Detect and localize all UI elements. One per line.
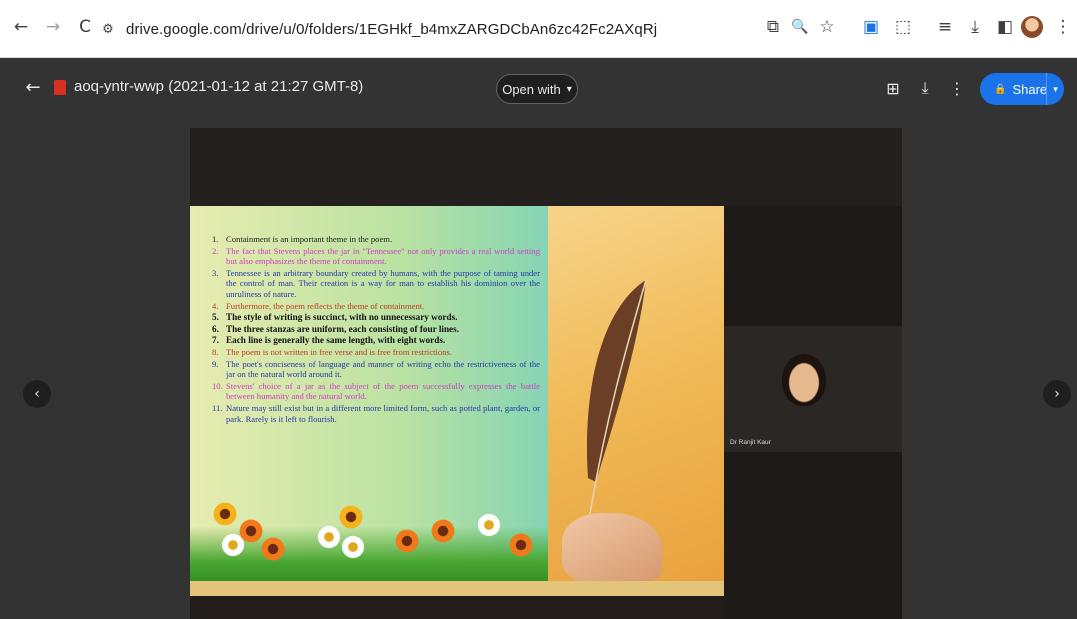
slide-point-text: Each line is generally the same length, … <box>226 335 446 346</box>
flower-decoration <box>394 528 420 554</box>
drive-file-viewer: ← aoq-yntr-wwp (2021-01-12 at 21:27 GMT-… <box>0 58 1077 619</box>
slide-point: 3. Tennessee is an arbitrary boundary cre… <box>212 268 540 300</box>
sunflower-decoration <box>212 501 238 527</box>
slide-point-number: 1. <box>212 234 219 244</box>
slide-point-text: The poet's conciseness of language and m… <box>226 358 540 380</box>
profile-avatar[interactable] <box>1021 16 1043 38</box>
slide-point: 9. The poet's conciseness of language and… <box>212 359 540 380</box>
video-player[interactable]: 1. Containment is an important theme in t… <box>190 128 902 619</box>
site-info-icon[interactable]: ⚙ <box>100 21 116 37</box>
slide-point-number: 9. <box>212 358 219 369</box>
participant-tile: Dr Ranjit Kaur <box>724 326 902 452</box>
extensions-puzzle-icon[interactable]: ⬚ <box>890 14 916 40</box>
slide-point-text: The fact that Stevens places the jar in … <box>226 245 540 267</box>
flower-decoration <box>476 512 502 538</box>
slide-point-text: Tennessee is an arbitrary boundary creat… <box>226 267 540 299</box>
share-label: Share <box>1012 81 1048 97</box>
more-actions-icon[interactable]: ⋮ <box>946 77 968 99</box>
flower-decoration <box>260 536 286 562</box>
file-title: aoq-yntr-wwp (2021-01-12 at 21:27 GMT-8) <box>74 78 364 95</box>
url-text[interactable]: drive.google.com/drive/u/0/folders/1EGHk… <box>126 21 657 38</box>
cast-icon[interactable]: ⧉ <box>760 14 786 40</box>
slide-point: 7. Each line is generally the same length… <box>212 335 540 346</box>
flower-decoration <box>508 532 534 558</box>
browser-toolbar: ← → C ⚙ drive.google.com/drive/u/0/folde… <box>0 0 1077 58</box>
screen: ← → C ⚙ drive.google.com/drive/u/0/folde… <box>0 0 1077 619</box>
slide-point-text: Stevens' choice of a jar as the subject … <box>226 380 540 402</box>
video-file-icon <box>54 80 66 95</box>
share-button[interactable]: 🔒 Share ▾ <box>980 73 1064 105</box>
participant-name: Dr Ranjit Kaur <box>730 439 771 446</box>
chevron-down-icon: ▾ <box>566 83 572 95</box>
sunflower-decoration <box>338 504 364 530</box>
slide-point: 1. Containment is an important theme in t… <box>212 234 540 245</box>
flower-decoration <box>340 534 366 560</box>
open-with-button[interactable]: Open with ▾ <box>496 74 578 104</box>
forward-arrow-icon[interactable]: → <box>40 14 66 40</box>
slide-point: 6. The three stanzas are uniform, each co… <box>212 324 540 335</box>
bookmark-star-icon[interactable]: ☆ <box>814 14 840 40</box>
extension-icon[interactable]: ▣ <box>858 14 884 40</box>
side-panel-icon[interactable]: ◧ <box>992 14 1018 40</box>
slide-points-list: 1. Containment is an important theme in t… <box>212 234 540 425</box>
slide-point-number: 8. <box>212 346 219 357</box>
slide-point: 11. Nature may still exist but in a diffe… <box>212 403 540 424</box>
previous-file-button[interactable]: ‹ <box>23 380 51 408</box>
back-arrow-icon[interactable]: ← <box>8 14 34 40</box>
slide-point-number: 7. <box>212 335 219 346</box>
video-letterbox-bottom <box>190 596 724 619</box>
share-dropdown-icon[interactable]: ▾ <box>1046 73 1064 105</box>
slide-point-text: The three stanzas are uniform, each cons… <box>226 323 459 334</box>
slide-point: 2. The fact that Stevens places the jar i… <box>212 246 540 267</box>
slide-point-text: The poem is not written in free verse an… <box>226 346 452 357</box>
slide-point: 10. Stevens' choice of a jar as the subje… <box>212 381 540 402</box>
slide-point-number: 3. <box>212 267 219 278</box>
slide-point-text: Containment is an important theme in the… <box>226 234 393 244</box>
slide-point-number: 5. <box>212 312 219 323</box>
slide-point-number: 11. <box>212 402 223 413</box>
address-bar[interactable]: ⚙ drive.google.com/drive/u/0/folders/1EG… <box>100 18 657 40</box>
viewer-header: ← aoq-yntr-wwp (2021-01-12 at 21:27 GMT-… <box>0 58 1077 120</box>
video-letterbox <box>190 128 902 206</box>
add-shortcut-icon[interactable]: ⊞ <box>882 77 904 99</box>
flower-decoration <box>430 518 456 544</box>
quill-feather-image <box>586 279 647 515</box>
lock-icon: 🔒 <box>994 83 1007 95</box>
reload-icon[interactable]: C <box>72 14 98 40</box>
download-file-icon[interactable]: ⤓ <box>914 77 936 99</box>
slide-point: 8. The poem is not written in free verse … <box>212 347 540 358</box>
flower-decoration <box>220 532 246 558</box>
browser-menu-icon[interactable]: ⋮ <box>1050 14 1076 40</box>
slide-point-text: Nature may still exist but in a differen… <box>226 402 540 424</box>
slide-point: 5. The style of writing is succinct, with… <box>212 312 540 323</box>
flower-decoration <box>316 524 342 550</box>
slide-point: 4. Furthermore, the poem reflects the the… <box>212 301 540 312</box>
close-viewer-icon[interactable]: ← <box>22 76 44 98</box>
slide-point-number: 4. <box>212 300 219 311</box>
slide-point-number: 10. <box>212 380 223 391</box>
hand-image <box>562 513 662 583</box>
reading-list-icon[interactable]: ≡ <box>932 14 958 40</box>
slide-point-text: The style of writing is succinct, with n… <box>226 312 458 323</box>
slide-point-number: 2. <box>212 245 219 256</box>
zoom-icon[interactable]: 🔍 <box>787 14 813 40</box>
slide-point-text: Furthermore, the poem reflects the theme… <box>226 300 425 311</box>
next-file-button[interactable]: › <box>1043 380 1071 408</box>
participant-video <box>782 354 826 406</box>
download-icon[interactable]: ⤓ <box>962 14 988 40</box>
slide-point-number: 6. <box>212 323 219 334</box>
open-with-label: Open with <box>502 81 561 97</box>
